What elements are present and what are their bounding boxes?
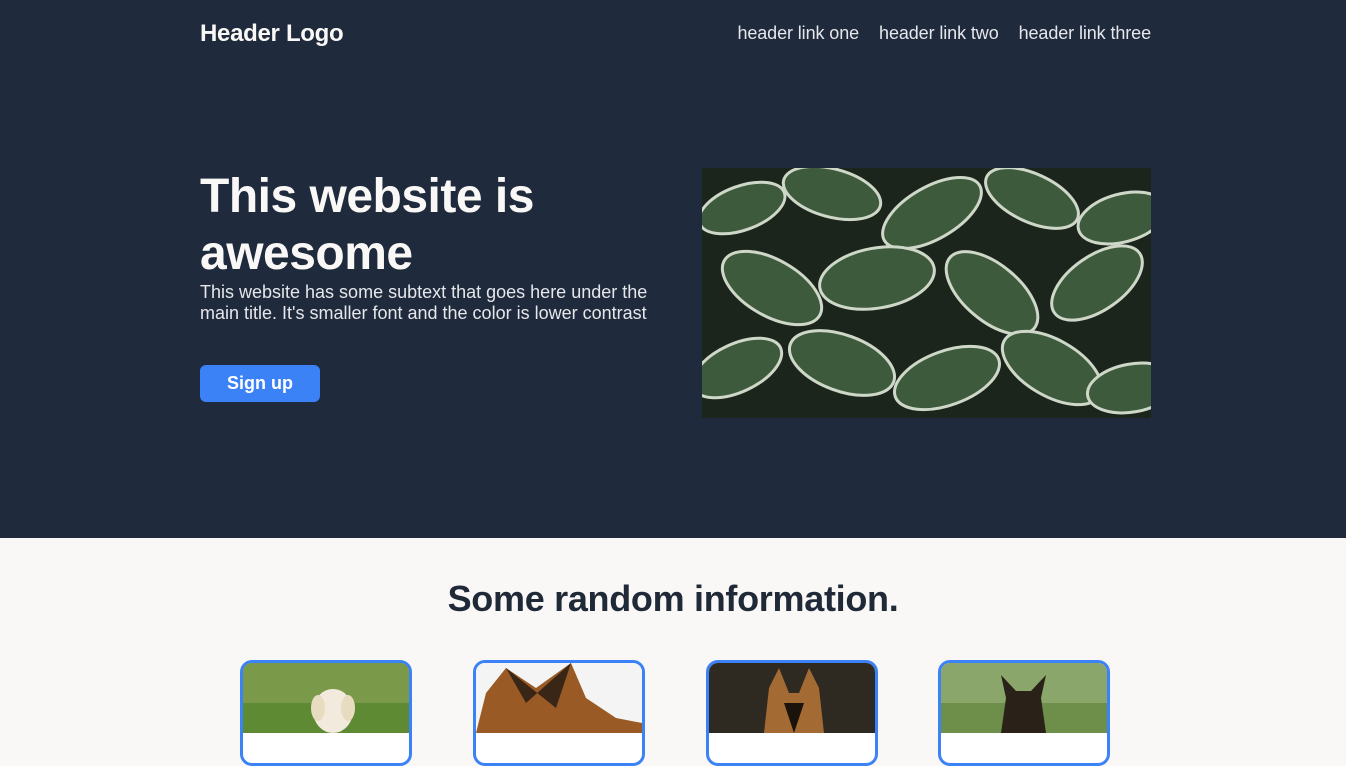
header-link-three[interactable]: header link three	[1019, 23, 1151, 44]
card-german-shepherd-puppy[interactable]	[938, 660, 1110, 766]
header-logo[interactable]: Header Logo	[200, 20, 344, 48]
header-link-two[interactable]: header link two	[879, 23, 999, 44]
hero-title: This website is awesome	[200, 170, 534, 280]
german-shepherd-puppy-image	[941, 663, 1107, 733]
german-shepherd-portrait-image	[709, 663, 875, 733]
card-german-shepherd[interactable]	[473, 660, 645, 766]
card-german-shepherd-portrait[interactable]	[706, 660, 878, 766]
golden-retriever-image	[243, 663, 409, 733]
signup-button[interactable]: Sign up	[200, 365, 320, 402]
hero-section: Header Logo header link one header link …	[0, 0, 1346, 538]
card-golden-retriever[interactable]	[240, 660, 412, 766]
hero-subtitle: This website has some subtext that goes …	[200, 282, 648, 323]
info-section: Some random information.	[0, 538, 1346, 766]
hero-image	[702, 168, 1151, 418]
info-title: Some random information.	[447, 578, 899, 619]
header-nav: header link one header link two header l…	[737, 23, 1151, 44]
hero-text: This website is awesome This website has…	[200, 168, 660, 402]
header-link-one[interactable]: header link one	[737, 23, 859, 44]
german-shepherd-image	[476, 663, 642, 733]
